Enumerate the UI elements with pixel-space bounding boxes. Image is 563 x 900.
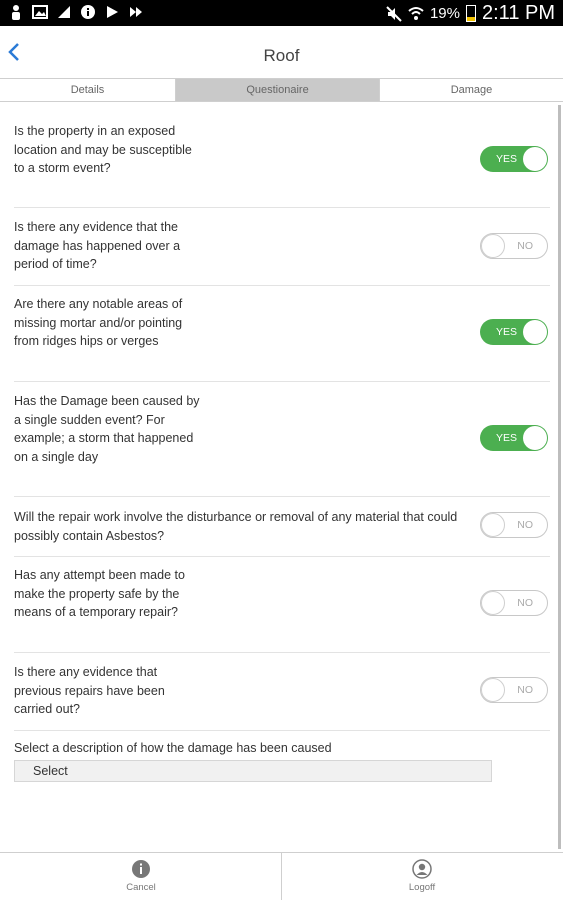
toggle-label: NO [517, 597, 533, 609]
toggle-knob [523, 320, 547, 344]
mute-icon [386, 5, 402, 22]
bottom-bar: Cancel Logoff [0, 852, 563, 900]
cause-select[interactable]: Select [14, 760, 492, 782]
toggle-knob [481, 234, 505, 258]
toggle-label: YES [496, 432, 518, 444]
questionnaire-list[interactable]: Is the property in an exposed location a… [0, 103, 563, 851]
toggle-label: NO [517, 684, 533, 696]
bottom-bar-divider [281, 853, 282, 900]
play-icon [107, 6, 118, 18]
question-text: Is there any evidence that the damage ha… [14, 220, 181, 272]
forward-icon [130, 7, 142, 17]
question-row: Will the repair work involve the disturb… [14, 497, 550, 557]
question-text: Are there any notable areas of missing m… [14, 297, 183, 349]
toggle-knob [481, 678, 505, 702]
question-row: Has any attempt been made to make the pr… [14, 557, 550, 653]
clock: 2:11 PM [482, 2, 555, 24]
info-icon [132, 860, 150, 878]
question-row: Is the property in an exposed location a… [14, 103, 550, 208]
wifi-icon [408, 6, 424, 20]
question-row: Are there any notable areas of missing m… [14, 286, 550, 382]
info-icon [81, 5, 95, 19]
question-text: Has any attempt been made to make the pr… [14, 568, 185, 620]
battery-percentage: 19% [429, 5, 460, 22]
toggle-label: NO [517, 240, 533, 252]
toggle-label: YES [496, 326, 518, 338]
cause-select-label: Select a description of how the damage h… [14, 741, 332, 755]
image-icon [32, 5, 48, 19]
app-header: Roof [0, 26, 563, 78]
yes-no-toggle[interactable]: YES [480, 319, 548, 345]
tab-details[interactable]: Details [0, 79, 176, 101]
page-title: Roof [263, 46, 300, 65]
toggle-label: NO [517, 519, 533, 531]
question-row: Has the Damage been caused by a single s… [14, 382, 550, 497]
toggle-knob [481, 513, 505, 537]
question-text: Will the repair work involve the disturb… [14, 510, 458, 543]
status-bar: 19% 2:11 PM [0, 0, 563, 26]
status-bar-system: 19% 2:11 PM [386, 2, 555, 25]
question-row: Is there any evidence that the damage ha… [14, 208, 550, 286]
tab-damage[interactable]: Damage [380, 79, 563, 101]
status-bar-notifications [8, 4, 144, 20]
user-icon [412, 859, 432, 879]
toggle-knob [481, 591, 505, 615]
yes-no-toggle[interactable]: NO [480, 512, 548, 538]
cancel-button[interactable]: Cancel [101, 859, 181, 893]
signal-app-icon [58, 6, 70, 18]
scrollbar[interactable] [558, 105, 561, 849]
yes-no-toggle[interactable]: NO [480, 590, 548, 616]
tab-questionaire[interactable]: Questionaire [176, 79, 380, 101]
battery-icon [466, 5, 476, 22]
person-icon [12, 5, 20, 20]
yes-no-toggle[interactable]: NO [480, 233, 548, 259]
cancel-label: Cancel [126, 882, 156, 893]
toggle-knob [523, 147, 547, 171]
question-text: Has the Damage been caused by a single s… [14, 394, 200, 464]
question-text: Is there any evidence that previous repa… [14, 665, 165, 717]
question-row: Is there any evidence that previous repa… [14, 653, 550, 731]
yes-no-toggle[interactable]: NO [480, 677, 548, 703]
yes-no-toggle[interactable]: YES [480, 425, 548, 451]
toggle-label: YES [496, 153, 518, 165]
logoff-label: Logoff [408, 882, 436, 893]
toggle-knob [523, 426, 547, 450]
logoff-button[interactable]: Logoff [382, 859, 462, 893]
tab-bar: Details Questionaire Damage [0, 78, 563, 102]
yes-no-toggle[interactable]: YES [480, 146, 548, 172]
question-text: Is the property in an exposed location a… [14, 124, 192, 176]
